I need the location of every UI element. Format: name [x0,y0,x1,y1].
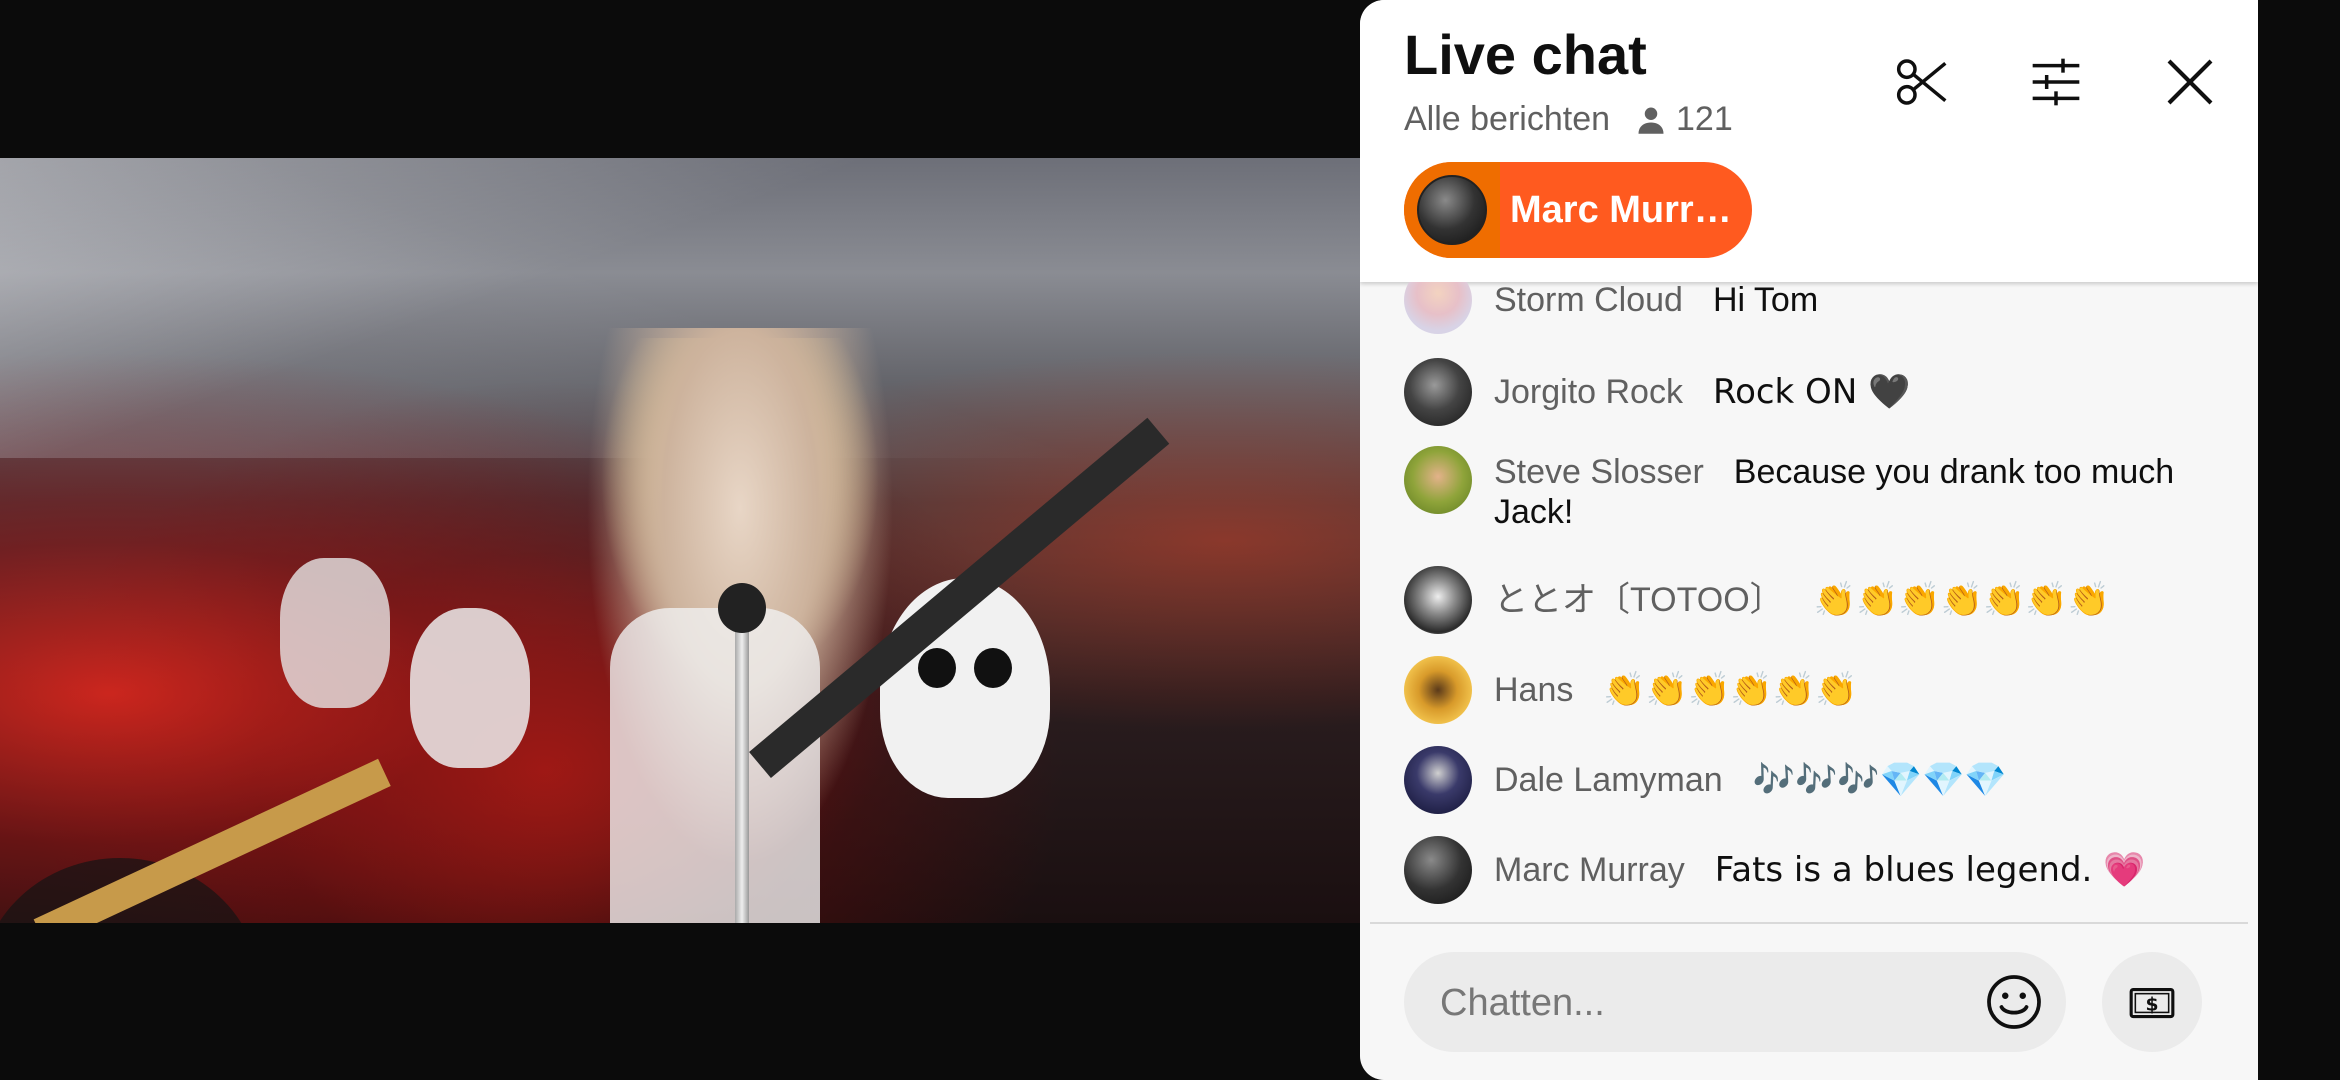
message-author: Storm Cloud [1494,282,1683,319]
video-scene-dress [610,608,820,923]
close-icon[interactable] [2162,54,2218,110]
viewer-count-value: 121 [1676,100,1733,138]
sliders-icon[interactable] [2028,54,2084,110]
chat-input-container[interactable] [1404,952,2066,1052]
avatar [1404,836,1472,904]
message-text: 👏👏👏👏👏👏 [1603,670,1858,710]
chat-filter-dropdown[interactable]: Alle berichten [1404,100,1610,139]
video-scene-mic-stand [735,588,749,923]
video-frame[interactable] [0,158,1360,923]
pinned-chatter-chip[interactable]: Marc Murr… [1404,162,1752,258]
message-author: Steve Slosser [1494,453,1704,491]
message-author: ととオ〔TOTOO〕 [1494,581,1784,619]
chat-input-divider [1370,922,2248,924]
avatar [1417,175,1487,245]
message-text: 🎶🎶🎶💎💎💎 [1752,760,2007,800]
message-text: 👏👏👏👏👏👏👏 [1813,580,2110,620]
avatar [1404,446,1472,514]
screen-edge [2258,0,2340,1080]
avatar [1404,358,1472,426]
chat-header: Live chat Alle berichten 121 Marc Murr… [1360,0,2258,282]
pinned-avatar-frame [1404,162,1500,258]
message-text: Rock ON 🖤 [1712,372,1911,412]
chat-message-list[interactable]: Storm Cloud Hi Tom Jorgito Rock Rock ON 🖤 … [1360,282,2258,922]
svg-text:$: $ [2145,994,2158,1015]
video-scene-skull-cutout [410,608,530,768]
message-author: Marc Murray [1494,851,1685,889]
message-author: Dale Lamyman [1494,761,1723,799]
dollar-bill-icon: $ [2129,987,2175,1019]
person-icon [1638,107,1664,134]
pinned-author-name: Marc Murr… [1510,188,1732,231]
super-chat-button[interactable]: $ [2102,952,2202,1052]
avatar [1404,282,1472,334]
smiley-icon[interactable] [1984,972,2044,1032]
chat-title: Live chat [1404,23,1647,86]
avatar [1404,566,1472,634]
chat-input[interactable] [1438,976,1962,1030]
video-player[interactable] [0,0,1360,1080]
scissors-icon[interactable] [1894,54,1950,110]
message-text: Fats is a blues legend. 💗 [1714,850,2146,890]
message-author: Jorgito Rock [1494,373,1683,411]
viewer-count: 121 [1636,100,1733,139]
message-author: Hans [1494,671,1574,709]
message-text: Hi Tom [1712,282,1819,319]
video-scene-cutout [280,558,390,708]
live-chat-panel: Live chat Alle berichten 121 Marc Murr… … [1360,0,2258,1080]
avatar [1404,656,1472,724]
video-scene-mic [718,583,766,633]
avatar [1404,746,1472,814]
